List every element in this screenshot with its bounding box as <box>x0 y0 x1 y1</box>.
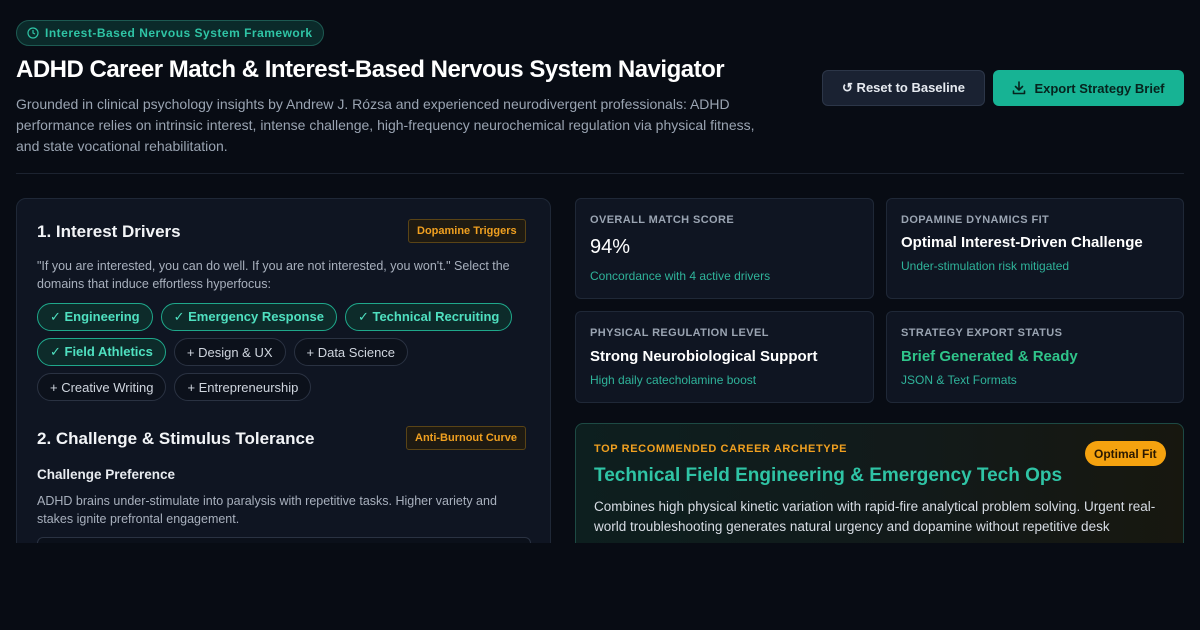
export-status-label: STRATEGY EXPORT STATUS <box>901 327 1063 339</box>
recommendation-description: Combines high physical kinetic variation… <box>594 499 1156 534</box>
match-score-note: Concordance with 4 active drivers <box>590 269 771 283</box>
dopamine-fit-value: Optimal Interest-Driven Challenge <box>901 234 1143 251</box>
challenge-title: 2. Challenge & Stimulus Tolerance <box>37 429 315 448</box>
challenge-preference-control[interactable] <box>37 537 531 543</box>
challenge-description: ADHD brains under-stimulate into paralys… <box>37 494 497 526</box>
download-icon <box>1013 81 1026 95</box>
chip-engineering[interactable]: ✓ Engineering <box>37 303 153 331</box>
export-button-label: Export Strategy Brief <box>1034 80 1165 96</box>
chip-design-ux[interactable]: + Design & UX <box>173 338 286 366</box>
export-button[interactable]: Export Strategy Brief <box>993 70 1184 106</box>
reset-button-label: ↺ Reset to Baseline <box>842 80 965 95</box>
framework-badge: Interest-Based Nervous System Framework <box>16 20 324 46</box>
physical-regulation-label: PHYSICAL REGULATION LEVEL <box>590 327 769 339</box>
clock-icon <box>27 27 39 39</box>
match-score-value: 94% <box>590 236 631 258</box>
chip-creative-writing[interactable]: + Creative Writing <box>37 373 167 401</box>
page-title: ADHD Career Match & Interest-Based Nervo… <box>16 56 725 83</box>
chip-field-athletics[interactable]: ✓ Field Athletics <box>37 338 166 366</box>
chip-data-science[interactable]: + Data Science <box>293 338 409 366</box>
settings-panel: 1. Interest Drivers Dopamine Triggers "I… <box>16 198 551 543</box>
chip-technical-recruiting[interactable]: ✓ Technical Recruiting <box>344 303 513 331</box>
export-status-value: Brief Generated & Ready <box>901 348 1078 365</box>
anti-burnout-tag: Anti-Burnout Curve <box>406 426 527 450</box>
recommendation-title: Technical Field Engineering & Emergency … <box>594 465 1063 486</box>
page-subtitle: Grounded in clinical psychology insights… <box>16 96 755 154</box>
app-viewport: Interest-Based Nervous System Framework … <box>0 0 1200 543</box>
physical-regulation-value: Strong Neurobiological Support <box>590 348 818 365</box>
dopamine-fit-label: DOPAMINE DYNAMICS FIT <box>901 214 1050 226</box>
match-score-card: OVERALL MATCH SCORE 94% Concordance with… <box>575 198 874 299</box>
reset-button[interactable]: ↺ Reset to Baseline <box>822 70 985 106</box>
interest-drivers-description: "If you are interested, you can do well.… <box>37 259 510 291</box>
interest-chip-group: ✓ Engineering ✓ Emergency Response ✓ Tec… <box>37 303 537 408</box>
challenge-preference-label: Challenge Preference <box>37 467 176 482</box>
dopamine-fit-note: Under-stimulation risk mitigated <box>901 259 1070 273</box>
physical-regulation-note: High daily catecholamine boost <box>590 373 757 387</box>
recommendation-label: TOP RECOMMENDED CAREER ARCHETYPE <box>594 443 848 455</box>
chip-emergency-response[interactable]: ✓ Emergency Response <box>160 303 337 331</box>
interest-drivers-title: 1. Interest Drivers <box>37 222 181 241</box>
dopamine-fit-card: DOPAMINE DYNAMICS FIT Optimal Interest-D… <box>886 198 1184 299</box>
header-divider <box>16 173 1184 174</box>
chip-entrepreneurship[interactable]: + Entrepreneurship <box>174 373 312 401</box>
career-recommendation-card: TOP RECOMMENDED CAREER ARCHETYPE Optimal… <box>575 423 1184 543</box>
optimal-fit-badge: Optimal Fit <box>1085 441 1166 466</box>
dopamine-triggers-tag: Dopamine Triggers <box>408 219 526 243</box>
match-score-label: OVERALL MATCH SCORE <box>590 214 735 226</box>
export-status-card: STRATEGY EXPORT STATUS Brief Generated &… <box>886 311 1184 403</box>
physical-regulation-card: PHYSICAL REGULATION LEVEL Strong Neurobi… <box>575 311 874 403</box>
export-status-note: JSON & Text Formats <box>901 373 1017 387</box>
framework-badge-label: Interest-Based Nervous System Framework <box>45 26 313 40</box>
